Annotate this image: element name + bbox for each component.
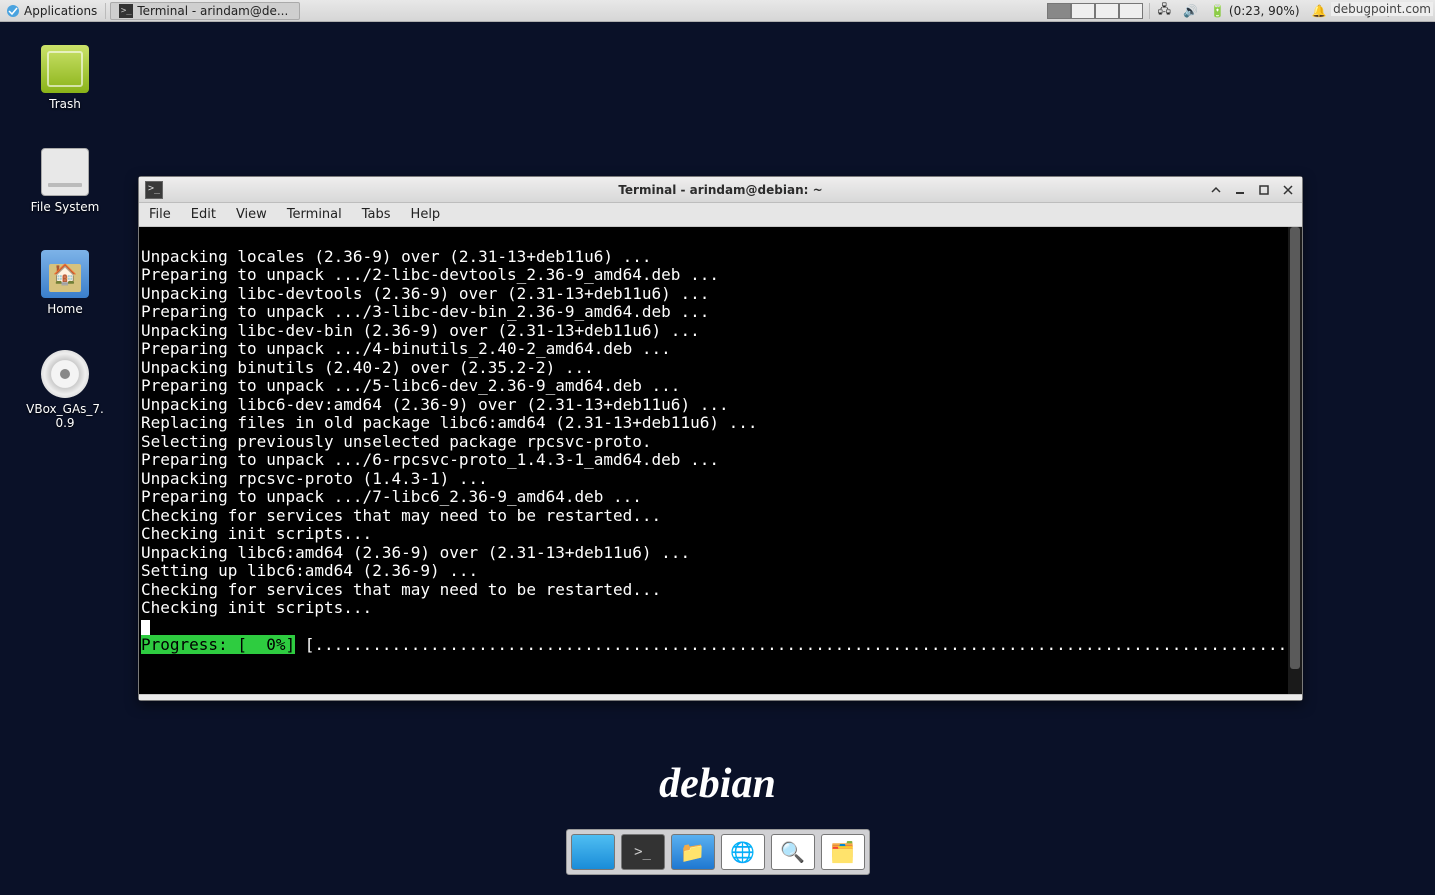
terminal-icon: >_	[634, 844, 651, 860]
terminal-cursor	[141, 620, 150, 636]
speaker-icon: 🔊	[1183, 4, 1198, 18]
desktop-label: File System	[15, 200, 115, 214]
dock-search[interactable]: 🔍	[771, 834, 815, 870]
rollup-button[interactable]	[1208, 182, 1224, 198]
menu-view[interactable]: View	[226, 207, 277, 222]
battery-indicator[interactable]: 🔋 (0:23, 90%)	[1204, 0, 1306, 21]
applications-menu[interactable]: Applications	[0, 0, 103, 21]
folder-icon: 📁	[680, 840, 705, 864]
output-line: Preparing to unpack .../3-libc-dev-bin_2…	[141, 302, 709, 321]
home-icon	[41, 250, 89, 298]
progress-bar: [.......................................…	[295, 635, 1302, 654]
window-title: Terminal - arindam@debian: ~	[139, 183, 1302, 197]
dock-file-manager[interactable]: 🗂️	[821, 834, 865, 870]
scrollbar-thumb[interactable]	[1290, 227, 1300, 669]
workspace-2[interactable]	[1071, 3, 1095, 19]
top-panel: Applications >_ Terminal - arindam@de...…	[0, 0, 1435, 22]
output-line: Replacing files in old package libc6:amd…	[141, 413, 758, 432]
output-line: Preparing to unpack .../5-libc6-dev_2.36…	[141, 376, 680, 395]
dock-terminal[interactable]: >_	[621, 834, 665, 870]
taskbar-terminal[interactable]: >_ Terminal - arindam@de...	[110, 2, 300, 20]
folder-open-icon: 🗂️	[830, 840, 855, 864]
debian-wordmark: debian	[659, 760, 776, 808]
terminal-scrollbar[interactable]	[1288, 227, 1302, 694]
watermark: debugpoint.com	[1331, 2, 1433, 16]
desktop-label: VBox_GAs_7. 0.9	[15, 402, 115, 430]
output-line: Checking for services that may need to b…	[141, 506, 661, 525]
terminal-window: Terminal - arindam@debian: ~ File Edit V…	[138, 176, 1303, 701]
dock-show-desktop[interactable]	[571, 834, 615, 870]
chevron-up-icon	[1211, 185, 1221, 195]
desktop-icon-vbox[interactable]: VBox_GAs_7. 0.9	[15, 350, 115, 430]
dock: >_ 📁 🌐 🔍 🗂️	[566, 829, 870, 875]
output-line: Checking init scripts...	[141, 598, 372, 617]
taskbar-label: Terminal - arindam@de...	[137, 4, 288, 18]
minimize-button[interactable]	[1232, 182, 1248, 198]
applications-label: Applications	[24, 4, 97, 18]
close-button[interactable]	[1280, 182, 1296, 198]
output-line: Unpacking libc-dev-bin (2.36-9) over (2.…	[141, 321, 700, 340]
menu-file[interactable]: File	[139, 207, 181, 222]
workspace-1[interactable]	[1047, 3, 1071, 19]
output-line: Setting up libc6:amd64 (2.36-9) ...	[141, 561, 478, 580]
maximize-button[interactable]	[1256, 182, 1272, 198]
bell-icon: 🔔	[1312, 4, 1327, 18]
workspace-4[interactable]	[1119, 3, 1143, 19]
globe-icon: 🌐	[730, 840, 755, 864]
output-line: Preparing to unpack .../4-binutils_2.40-…	[141, 339, 671, 358]
output-line: Unpacking rpcsvc-proto (1.4.3-1) ...	[141, 469, 488, 488]
search-icon: 🔍	[780, 840, 805, 864]
drive-icon	[41, 148, 89, 196]
xfce-logo-icon	[6, 4, 20, 18]
desktop-label: Trash	[15, 97, 115, 111]
output-line: Checking for services that may need to b…	[141, 580, 661, 599]
battery-text: (0:23, 90%)	[1229, 4, 1300, 18]
menu-edit[interactable]: Edit	[181, 207, 226, 222]
terminal-icon: >_	[119, 4, 133, 18]
network-icon: 🖧	[1158, 0, 1171, 21]
output-line: Preparing to unpack .../6-rpcsvc-proto_1…	[141, 450, 719, 469]
terminal-menubar: File Edit View Terminal Tabs Help	[139, 203, 1302, 227]
volume-indicator[interactable]: 🔊	[1177, 0, 1204, 21]
desktop-icon-filesystem[interactable]: File System	[15, 148, 115, 214]
desktop-icon-home[interactable]: Home	[15, 250, 115, 316]
output-line: Unpacking libc6:amd64 (2.36-9) over (2.3…	[141, 543, 690, 562]
window-titlebar[interactable]: Terminal - arindam@debian: ~	[139, 177, 1302, 203]
trash-icon	[41, 45, 89, 93]
maximize-icon	[1259, 185, 1269, 195]
network-indicator[interactable]: 🖧	[1152, 0, 1177, 21]
desktop-icon-trash[interactable]: Trash	[15, 45, 115, 111]
output-line: Checking init scripts...	[141, 524, 372, 543]
output-line: Selecting previously unselected package …	[141, 432, 652, 451]
notifications-indicator[interactable]: 🔔	[1306, 0, 1333, 21]
dock-files[interactable]: 📁	[671, 834, 715, 870]
output-line: Unpacking binutils (2.40-2) over (2.35.2…	[141, 358, 594, 377]
window-resize-grip[interactable]	[139, 694, 1302, 700]
menu-help[interactable]: Help	[401, 207, 451, 222]
terminal-icon	[145, 181, 163, 199]
dock-browser[interactable]: 🌐	[721, 834, 765, 870]
progress-label: Progress: [ 0%]	[141, 635, 295, 654]
terminal-output[interactable]: Unpacking locales (2.36-9) over (2.31-13…	[139, 227, 1302, 694]
battery-icon: 🔋	[1210, 4, 1225, 18]
menu-terminal[interactable]: Terminal	[277, 207, 352, 222]
workspace-3[interactable]	[1095, 3, 1119, 19]
desktop-label: Home	[15, 302, 115, 316]
output-line: Unpacking libc6-dev:amd64 (2.36-9) over …	[141, 395, 729, 414]
output-line: Preparing to unpack .../2-libc-devtools_…	[141, 265, 719, 284]
close-icon	[1283, 185, 1293, 195]
output-line: Preparing to unpack .../7-libc6_2.36-9_a…	[141, 487, 642, 506]
disc-icon	[41, 350, 89, 398]
output-line: Unpacking libc-devtools (2.36-9) over (2…	[141, 284, 709, 303]
workspace-switcher[interactable]	[1043, 0, 1147, 21]
minimize-icon	[1235, 185, 1245, 195]
panel-separator	[105, 3, 106, 19]
menu-tabs[interactable]: Tabs	[352, 207, 401, 222]
output-line: Unpacking locales (2.36-9) over (2.31-13…	[141, 247, 652, 266]
panel-separator	[1149, 3, 1150, 19]
